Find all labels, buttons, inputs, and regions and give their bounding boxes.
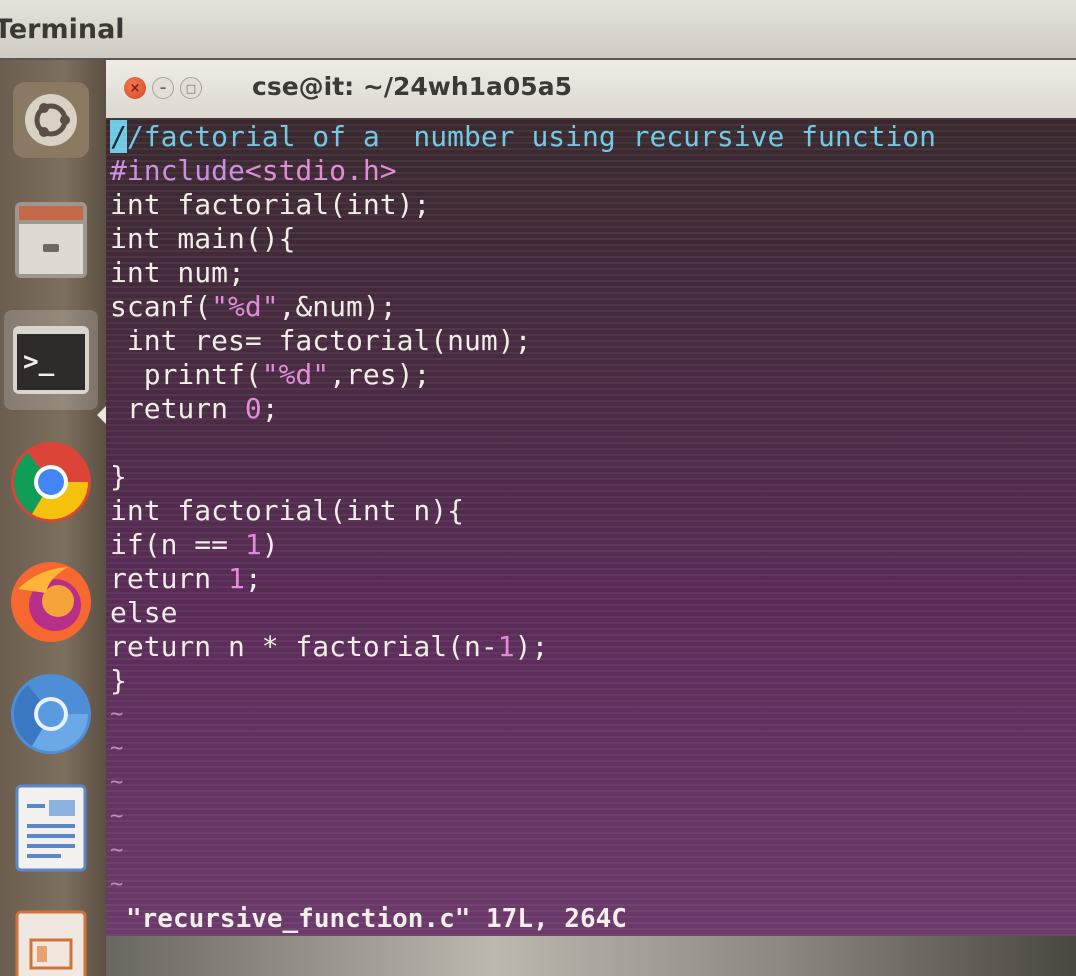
active-app-name: Terminal [0,14,125,45]
terminal-icon: >_ [13,326,89,394]
printf-call: printf( [110,358,262,391]
empty-line-marker: ~ [110,804,124,829]
code-line-1: //factorial of a number using recursive … [110,120,936,154]
if-number: 1 [244,528,262,561]
active-launcher-indicator [97,406,106,424]
launcher: >_ [0,60,106,976]
window-titlebar[interactable]: × – □ cse@it: ~/24wh1a05a5 [106,60,1076,118]
chrome-icon [11,442,91,522]
scanf-args: ,&num); [278,290,397,323]
ubuntu-logo-icon [13,82,89,158]
minimize-button[interactable]: – [152,77,174,99]
svg-text:>_: >_ [23,347,55,377]
printf-format: "%d" [261,358,330,391]
if-close: ) [261,528,279,561]
code-line-5: int num; [110,256,245,289]
code-line-15: else [110,596,178,629]
chromium-icon [11,674,91,754]
include-directive: #include [110,154,245,187]
return-one-keyword: return [110,562,229,595]
launcher-item-writer[interactable] [4,778,98,878]
impress-presentation-icon [15,910,87,976]
writer-document-icon [15,784,87,872]
recursive-close: ); [514,630,549,663]
empty-line-marker: ~ [110,872,124,897]
include-header: <stdio.h> [244,154,397,187]
printf-args: ,res); [329,358,431,391]
code-line-6: scanf("%d",&num); [110,290,397,324]
terminal-window: × – □ cse@it: ~/24wh1a05a5 //factorial o… [106,60,1076,936]
return-one-semicolon: ; [244,562,262,595]
launcher-item-impress[interactable] [4,896,98,976]
launcher-item-files[interactable] [4,190,98,290]
launcher-item-chrome[interactable] [4,432,98,532]
code-line-12: int factorial(int n){ [110,494,465,527]
empty-line-marker: ~ [110,702,124,727]
text-cursor: / [110,120,127,153]
recursive-decrement: 1 [497,630,515,663]
launcher-item-terminal[interactable]: >_ [4,310,98,410]
code-line-16: return n * factorial(n-1); [110,630,548,664]
launcher-item-chromium[interactable] [4,664,98,764]
code-line-9: return 0; [110,392,279,426]
maximize-icon: □ [185,81,197,95]
firefox-icon [11,562,91,642]
minimize-icon: – [159,80,167,96]
return-one-value: 1 [228,562,245,595]
window-title: cse@it: ~/24wh1a05a5 [252,72,572,101]
launcher-item-dash[interactable] [4,70,98,170]
return-semicolon: ; [261,392,279,425]
empty-line-marker: ~ [110,770,124,795]
top-panel: Terminal [0,0,1076,60]
vim-status-line: "recursive_function.c" 17L, 264C [126,904,627,934]
code-line-13: if(n == 1) [110,528,279,562]
code-comment: /factorial of a number using recursive f… [126,120,937,153]
code-line-8: printf("%d",res); [110,358,431,392]
empty-line-marker: ~ [110,838,124,863]
code-line-2: #include<stdio.h> [110,154,397,188]
code-line-4: int main(){ [110,222,296,255]
recursive-call: return n * factorial(n- [110,630,498,663]
code-line-11: } [110,460,127,493]
code-line-17: } [110,664,127,697]
close-button[interactable]: × [124,77,146,99]
code-line-7: int res= factorial(num); [110,324,532,357]
launcher-item-firefox[interactable] [4,552,98,652]
scanf-format: "%d" [211,290,279,323]
return-keyword: return [110,392,245,425]
code-line-14: return 1; [110,562,262,596]
file-cabinet-icon [15,202,87,278]
if-condition: if(n == [110,528,245,561]
vim-editor[interactable]: //factorial of a number using recursive … [106,118,1076,936]
empty-line-marker: ~ [110,736,124,761]
desktop-background-strip [106,936,1076,976]
return-value: 0 [244,392,262,425]
scanf-call: scanf( [110,290,212,323]
code-line-3: int factorial(int); [110,188,431,221]
close-icon: × [129,80,141,96]
desktop-screen: Terminal >_ × – □ cse@it: ~/24wh1a05a5 /… [0,0,1076,976]
maximize-button[interactable]: □ [180,77,202,99]
